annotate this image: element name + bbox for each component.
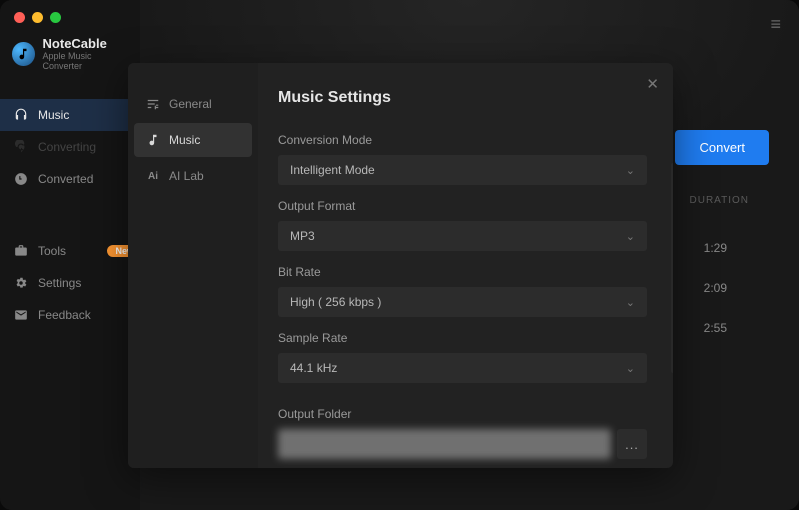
tab-music[interactable]: Music	[134, 123, 252, 157]
brand-subtitle: Apple Music Converter	[43, 51, 128, 71]
brand-title: NoteCable	[43, 36, 128, 51]
sidebar-item-converting[interactable]: Converting	[0, 131, 140, 163]
close-icon[interactable]: ✕	[646, 75, 659, 93]
sidebar-item-tools[interactable]: Tools New	[0, 235, 140, 267]
select-conversion-mode[interactable]: Intelligent Mode ⌄	[278, 155, 647, 185]
brand: NoteCable Apple Music Converter	[0, 30, 140, 89]
field-label-sample-rate: Sample Rate	[278, 331, 647, 345]
sidebar-item-label: Converting	[38, 140, 96, 154]
select-output-format[interactable]: MP3 ⌄	[278, 221, 647, 251]
sidebar-item-label: Converted	[38, 172, 93, 186]
chevron-down-icon: ⌄	[626, 296, 635, 309]
toolbox-icon	[14, 244, 28, 258]
sidebar-item-label: Tools	[38, 244, 66, 258]
select-value: High ( 256 kbps )	[290, 295, 381, 309]
tab-label: AI Lab	[169, 169, 204, 183]
track-duration: 2:09	[704, 281, 727, 295]
headphones-icon	[14, 108, 28, 122]
sidebar-item-label: Music	[38, 108, 69, 122]
field-label-output-format: Output Format	[278, 199, 647, 213]
window-controls	[14, 12, 61, 23]
settings-tabs: General Music Ai AI Lab	[128, 63, 258, 468]
track-duration: 2:55	[704, 321, 727, 335]
field-label-output-folder: Output Folder	[278, 407, 647, 421]
track-duration: 1:29	[704, 241, 727, 255]
clock-icon	[14, 172, 28, 186]
select-bit-rate[interactable]: High ( 256 kbps ) ⌄	[278, 287, 647, 317]
sidebar-item-label: Feedback	[38, 308, 91, 322]
gear-icon	[14, 276, 28, 290]
tab-label: General	[169, 97, 212, 111]
music-icon	[146, 133, 160, 147]
field-label-bit-rate: Bit Rate	[278, 265, 647, 279]
sliders-icon	[146, 97, 160, 111]
field-label-conversion-mode: Conversion Mode	[278, 133, 647, 147]
app-window: ≡ NoteCable Apple Music Converter Music …	[0, 0, 799, 510]
minimize-window-icon[interactable]	[32, 12, 43, 23]
settings-panel: Music Settings Conversion Mode Intellige…	[258, 63, 673, 468]
chevron-down-icon: ⌄	[626, 164, 635, 177]
mail-icon	[14, 308, 28, 322]
select-value: 44.1 kHz	[290, 361, 337, 375]
sidebar-item-feedback[interactable]: Feedback	[0, 299, 140, 331]
ai-icon: Ai	[146, 171, 160, 182]
column-header-duration: DURATION	[690, 195, 749, 206]
chevron-down-icon: ⌄	[626, 230, 635, 243]
refresh-icon	[14, 140, 28, 154]
sidebar-item-converted[interactable]: Converted	[0, 163, 140, 195]
sidebar: NoteCable Apple Music Converter Music Co…	[0, 0, 140, 510]
select-value: Intelligent Mode	[290, 163, 375, 177]
tab-label: Music	[169, 133, 200, 147]
select-sample-rate[interactable]: 44.1 kHz ⌄	[278, 353, 647, 383]
output-folder-input[interactable]	[278, 429, 611, 459]
browse-folder-button[interactable]: ...	[617, 429, 647, 459]
select-value: MP3	[290, 229, 315, 243]
tab-general[interactable]: General	[134, 87, 252, 121]
sidebar-item-music[interactable]: Music	[0, 99, 140, 131]
tab-ai-lab[interactable]: Ai AI Lab	[134, 159, 252, 193]
hamburger-menu-icon[interactable]: ≡	[770, 14, 781, 35]
sidebar-item-settings[interactable]: Settings	[0, 267, 140, 299]
app-logo-icon	[12, 42, 35, 66]
fullscreen-window-icon[interactable]	[50, 12, 61, 23]
close-window-icon[interactable]	[14, 12, 25, 23]
sidebar-item-label: Settings	[38, 276, 81, 290]
chevron-down-icon: ⌄	[626, 362, 635, 375]
scrollbar[interactable]	[671, 163, 673, 373]
panel-title: Music Settings	[278, 89, 647, 107]
settings-modal: ✕ General Music Ai AI Lab Music Settings…	[128, 63, 673, 468]
convert-button[interactable]: Convert	[675, 130, 769, 165]
